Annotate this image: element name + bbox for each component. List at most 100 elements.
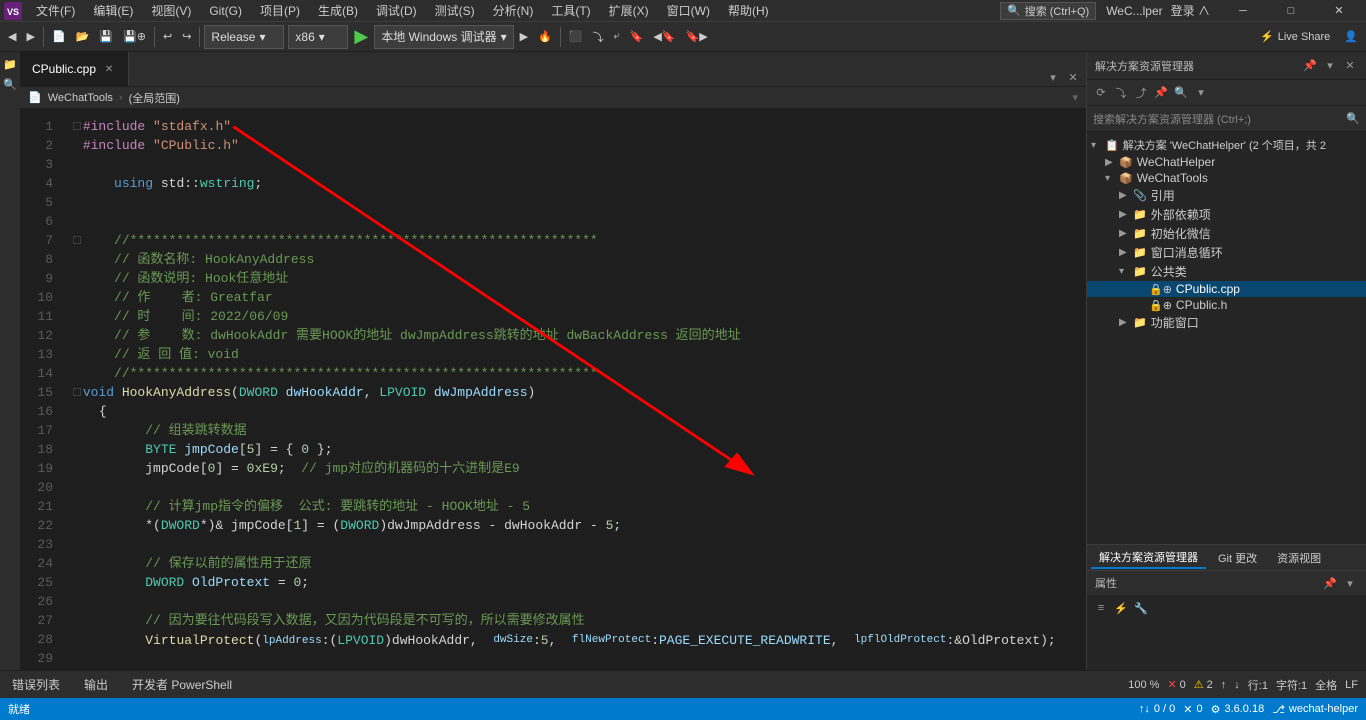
activity-explorer-icon[interactable]: 📁 <box>2 56 18 72</box>
fold-15[interactable]: □ <box>73 383 81 402</box>
code-line-19: jmpCode[ 0 ] = 0xE9 ; // jmp对应的机器码的十六进制是… <box>73 459 1078 478</box>
save-all-button[interactable]: 💾⊕ <box>119 25 150 49</box>
new-file-button[interactable]: 📄 <box>48 25 70 49</box>
bottom-tab-powershell[interactable]: 开发者 PowerShell <box>120 671 244 699</box>
tab-list-button[interactable]: ▾ <box>1044 68 1062 86</box>
menu-tools[interactable]: 工具(T) <box>543 0 598 21</box>
breakpoint-button[interactable]: ⬛ <box>565 25 587 49</box>
save-button[interactable]: 💾 <box>95 25 117 49</box>
open-file-button[interactable]: 📂 <box>72 25 94 49</box>
se-toolbar-btn-6[interactable]: ▾ <box>1193 85 1209 101</box>
fold-1[interactable]: □ <box>73 117 81 136</box>
tree-cpublic-cpp[interactable]: ▶ 🔒⊕ CPublic.cpp <box>1087 281 1366 297</box>
status-sync[interactable]: ✕ 0 <box>1183 703 1202 716</box>
signin-btn[interactable]: 登录 ∧ <box>1171 2 1210 19</box>
tree-func-window[interactable]: ▶ 📁 功能窗口 <box>1087 313 1366 332</box>
minimize-button[interactable]: ─ <box>1220 0 1266 22</box>
bottom-tab-errors[interactable]: 错误列表 <box>0 671 72 699</box>
restore-button[interactable]: □ <box>1268 0 1314 22</box>
se-toolbar-btn-4[interactable]: 📌 <box>1153 85 1169 101</box>
se-search-box[interactable]: 搜索解决方案资源管理器 (Ctrl+;) 🔍 <box>1087 106 1366 132</box>
breadcrumb-project[interactable]: WeChatTools <box>48 92 113 104</box>
file-tab-cpublic-cpp[interactable]: CPublic.cpp ✕ <box>20 52 129 86</box>
activity-search-icon[interactable]: 🔍 <box>2 76 18 92</box>
tab-close-button[interactable]: ✕ <box>102 62 116 76</box>
panel-close-button[interactable]: ✕ <box>1342 58 1358 74</box>
status-version[interactable]: ⚙ 3.6.0.18 <box>1211 703 1265 716</box>
tree-common-class[interactable]: ▾ 📁 公共类 <box>1087 262 1366 281</box>
props-arrow-button[interactable]: ▾ <box>1342 575 1358 591</box>
up-arrow-btn[interactable]: ↑ <box>1221 679 1227 691</box>
menu-window[interactable]: 窗口(W) <box>659 0 718 21</box>
nav-back-button[interactable]: ◀ <box>4 25 20 49</box>
tree-msg-loop[interactable]: ▶ 📁 窗口消息循环 <box>1087 243 1366 262</box>
menu-file[interactable]: 文件(F) <box>28 0 83 21</box>
se-tab-git[interactable]: Git 更改 <box>1210 548 1265 568</box>
breadcrumb-scope[interactable]: (全局范围) <box>129 90 180 106</box>
se-tab-solution[interactable]: 解决方案资源管理器 <box>1091 547 1206 569</box>
down-arrow-btn[interactable]: ↓ <box>1234 679 1240 691</box>
menu-test[interactable]: 测试(S) <box>427 0 483 21</box>
solution-root[interactable]: ▾ 📋 解决方案 'WeChatHelper' (2 个项目，共 2 <box>1087 136 1366 154</box>
bookmark-button[interactable]: 🔖 <box>626 25 648 49</box>
redo-button[interactable]: ↪ <box>178 25 195 49</box>
step-into-button[interactable]: ⤶ <box>610 25 624 49</box>
se-search-icon: 🔍 <box>1346 112 1360 125</box>
configuration-dropdown[interactable]: Release ▾ <box>204 25 284 49</box>
warning-count[interactable]: ⚠ 2 <box>1194 678 1213 691</box>
error-count[interactable]: ✕ 0 <box>1167 678 1185 691</box>
menu-project[interactable]: 项目(P) <box>252 0 308 21</box>
architecture-dropdown[interactable]: x86 ▾ <box>288 25 348 49</box>
bottom-tab-output[interactable]: 输出 <box>72 671 120 699</box>
se-toolbar-btn-1[interactable]: ⟳ <box>1093 85 1109 101</box>
tree-external-deps[interactable]: ▶ 📁 外部依赖项 <box>1087 205 1366 224</box>
start-debug-button[interactable]: ▶ <box>516 25 532 49</box>
tab-close-all-button[interactable]: ✕ <box>1064 68 1082 86</box>
se-toolbar-btn-2[interactable]: ⤵ <box>1113 85 1129 101</box>
debugger-dropdown[interactable]: 本地 Windows 调试器 ▾ <box>374 25 513 49</box>
fold-7[interactable]: □ <box>73 231 81 250</box>
menu-git[interactable]: Git(G) <box>201 2 250 20</box>
menu-search-box[interactable]: 🔍 搜索 (Ctrl+Q) <box>1000 2 1096 20</box>
bookmark-prev-button[interactable]: ◀🔖 <box>649 25 679 49</box>
menu-help[interactable]: 帮助(H) <box>720 0 777 21</box>
props-settings-button[interactable]: 🔧 <box>1133 600 1149 616</box>
menu-build[interactable]: 生成(B) <box>310 0 366 21</box>
undo-button[interactable]: ↩ <box>159 25 176 49</box>
panel-arrow-button[interactable]: ▾ <box>1322 58 1338 74</box>
project-wechathelper[interactable]: ▶ 📦 WeChatHelper <box>1087 154 1366 170</box>
menu-debug[interactable]: 调试(D) <box>368 0 425 21</box>
se-toolbar-btn-5[interactable]: 🔍 <box>1173 85 1189 101</box>
tree-cpublic-h[interactable]: ▶ 🔒⊕ CPublic.h <box>1087 297 1366 313</box>
code-line-5 <box>73 193 1078 212</box>
project-wechattools[interactable]: ▾ 📦 WeChatTools <box>1087 170 1366 186</box>
props-category-button[interactable]: ⚡ <box>1113 600 1129 616</box>
tree-refs[interactable]: ▶ 📎 引用 <box>1087 186 1366 205</box>
punct: }; <box>309 440 332 459</box>
panel-pin-button[interactable]: 📌 <box>1302 58 1318 74</box>
status-push-pull[interactable]: ↑↓ 0 / 0 <box>1139 703 1175 716</box>
menu-view[interactable]: 视图(V) <box>143 0 199 21</box>
props-pin-button[interactable]: 📌 <box>1322 575 1338 591</box>
close-button[interactable]: ✕ <box>1316 0 1362 22</box>
hot-reload-button[interactable]: 🔥 <box>534 25 556 49</box>
menu-extensions[interactable]: 扩展(X) <box>601 0 657 21</box>
profile-button[interactable]: 👤 <box>1340 25 1362 49</box>
props-sort-button[interactable]: ≡ <box>1093 600 1109 616</box>
live-share-button[interactable]: ⚡ Live Share <box>1252 28 1338 45</box>
arch-label: x86 <box>295 30 314 44</box>
code-text: , <box>831 631 854 650</box>
se-toolbar-btn-3[interactable]: ⤴ <box>1133 85 1149 101</box>
nav-forward-button[interactable]: ▶ <box>22 25 38 49</box>
se-tab-resources[interactable]: 资源视图 <box>1269 548 1329 568</box>
status-repo[interactable]: ⎇ wechat-helper <box>1272 703 1358 716</box>
menu-edit[interactable]: 编辑(E) <box>85 0 141 21</box>
fold-11 <box>73 307 81 326</box>
run-button[interactable]: ▶ <box>350 24 372 49</box>
code-content[interactable]: □ #include "stdafx.h" #include "CPublic.… <box>65 109 1078 670</box>
menu-analyze[interactable]: 分析(N) <box>485 0 542 21</box>
tree-init-wechat[interactable]: ▶ 📁 初始化微信 <box>1087 224 1366 243</box>
bookmark-next-button[interactable]: 🔖▶ <box>682 25 712 49</box>
step-over-button[interactable]: ⤵ <box>589 25 608 49</box>
line-number: 28 <box>24 630 61 649</box>
